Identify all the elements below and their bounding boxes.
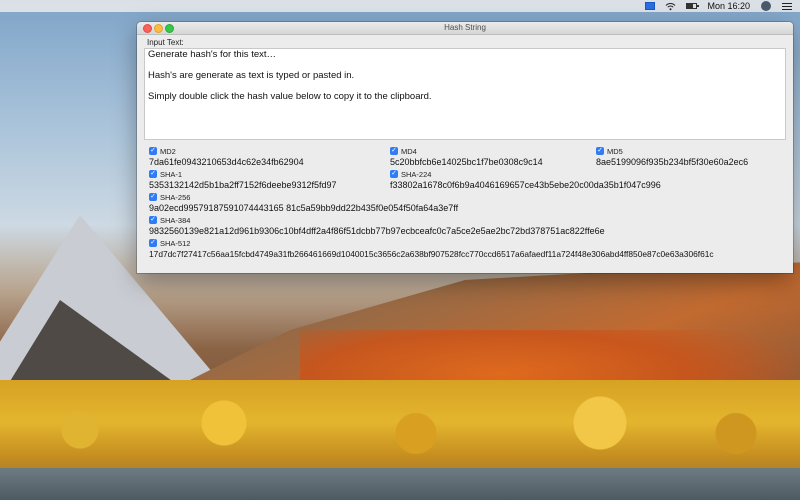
battery-icon[interactable] [686, 2, 700, 11]
sha256-label: SHA-256 [160, 192, 191, 202]
hash-sha512: ✓ SHA-512 17d7dc7f27417c56aa15fcbd4749a3… [149, 238, 714, 259]
md2-label: MD2 [160, 146, 176, 156]
sha384-value[interactable]: 9832560139e821a12d961b9306c10bf4dff2a4f8… [149, 226, 605, 236]
sha224-checkbox[interactable]: ✓ [390, 170, 398, 178]
md4-value[interactable]: 5c20bbfcb6e14025bc1f7be0308c9c14 [390, 157, 543, 167]
menu-bar: Mon 16:20 [0, 0, 800, 12]
md5-checkbox[interactable]: ✓ [596, 147, 604, 155]
lake [0, 468, 800, 500]
md2-value[interactable]: 7da61fe0943210653d4c62e34fb62904 [149, 157, 304, 167]
menu-list-icon[interactable] [781, 2, 792, 11]
input-line: Generate hash's for this text… [148, 49, 277, 60]
wifi-icon[interactable] [665, 2, 676, 11]
hash-md4: ✓ MD4 5c20bbfcb6e14025bc1f7be0308c9c14 [390, 146, 543, 167]
sha384-checkbox[interactable]: ✓ [149, 216, 157, 224]
tree-canopy [0, 395, 800, 465]
sha1-value[interactable]: 5353132142d5b1ba2ff7152f6deebe9312f5fd97 [149, 180, 337, 190]
sha256-checkbox[interactable]: ✓ [149, 193, 157, 201]
sha512-value[interactable]: 17d7dc7f27417c56aa15fcbd4749a31fb2664616… [149, 249, 714, 259]
sha384-label: SHA-384 [160, 215, 191, 225]
user-icon[interactable] [760, 1, 771, 11]
window-title: Hash String [444, 23, 486, 32]
screen-share-icon[interactable] [644, 2, 655, 11]
hash-string-window: Hash String Input Text: Generate hash's … [137, 22, 793, 273]
md5-value[interactable]: 8ae5199096f935b234bf5f30e60a2ec6 [596, 157, 748, 167]
sha1-label: SHA-1 [160, 169, 183, 179]
sha224-label: SHA-224 [401, 169, 432, 179]
sha512-checkbox[interactable]: ✓ [149, 239, 157, 247]
input-line: Simply double click the hash value below… [148, 91, 432, 102]
md2-checkbox[interactable]: ✓ [149, 147, 157, 155]
hash-sha224: ✓ SHA-224 f33802a1678c0f6b9a4046169657ce… [390, 169, 661, 190]
menubar-clock[interactable]: Mon 16:20 [707, 1, 750, 11]
md5-label: MD5 [607, 146, 623, 156]
md4-checkbox[interactable]: ✓ [390, 147, 398, 155]
input-line: Hash's are generate as text is typed or … [148, 70, 355, 81]
hash-sha1: ✓ SHA-1 5353132142d5b1ba2ff7152f6deebe93… [149, 169, 337, 190]
title-bar[interactable]: Hash String [137, 22, 793, 35]
md4-label: MD4 [401, 146, 417, 156]
hash-md5: ✓ MD5 8ae5199096f935b234bf5f30e60a2ec6 [596, 146, 748, 167]
hash-sha256: ✓ SHA-256 9a02ecd99579187591074443165 81… [149, 192, 458, 213]
sha224-value[interactable]: f33802a1678c0f6b9a4046169657ce43b5ebe20c… [390, 180, 661, 190]
input-text-label: Input Text: [147, 38, 184, 47]
hash-sha384: ✓ SHA-384 9832560139e821a12d961b9306c10b… [149, 215, 605, 236]
input-text-area[interactable]: Generate hash's for this text… Hash's ar… [144, 48, 786, 140]
sha256-value[interactable]: 9a02ecd99579187591074443165 81c5a59bb9dd… [149, 203, 458, 213]
sha1-checkbox[interactable]: ✓ [149, 170, 157, 178]
hash-md2: ✓ MD2 7da61fe0943210653d4c62e34fb62904 [149, 146, 304, 167]
sha512-label: SHA-512 [160, 238, 191, 248]
